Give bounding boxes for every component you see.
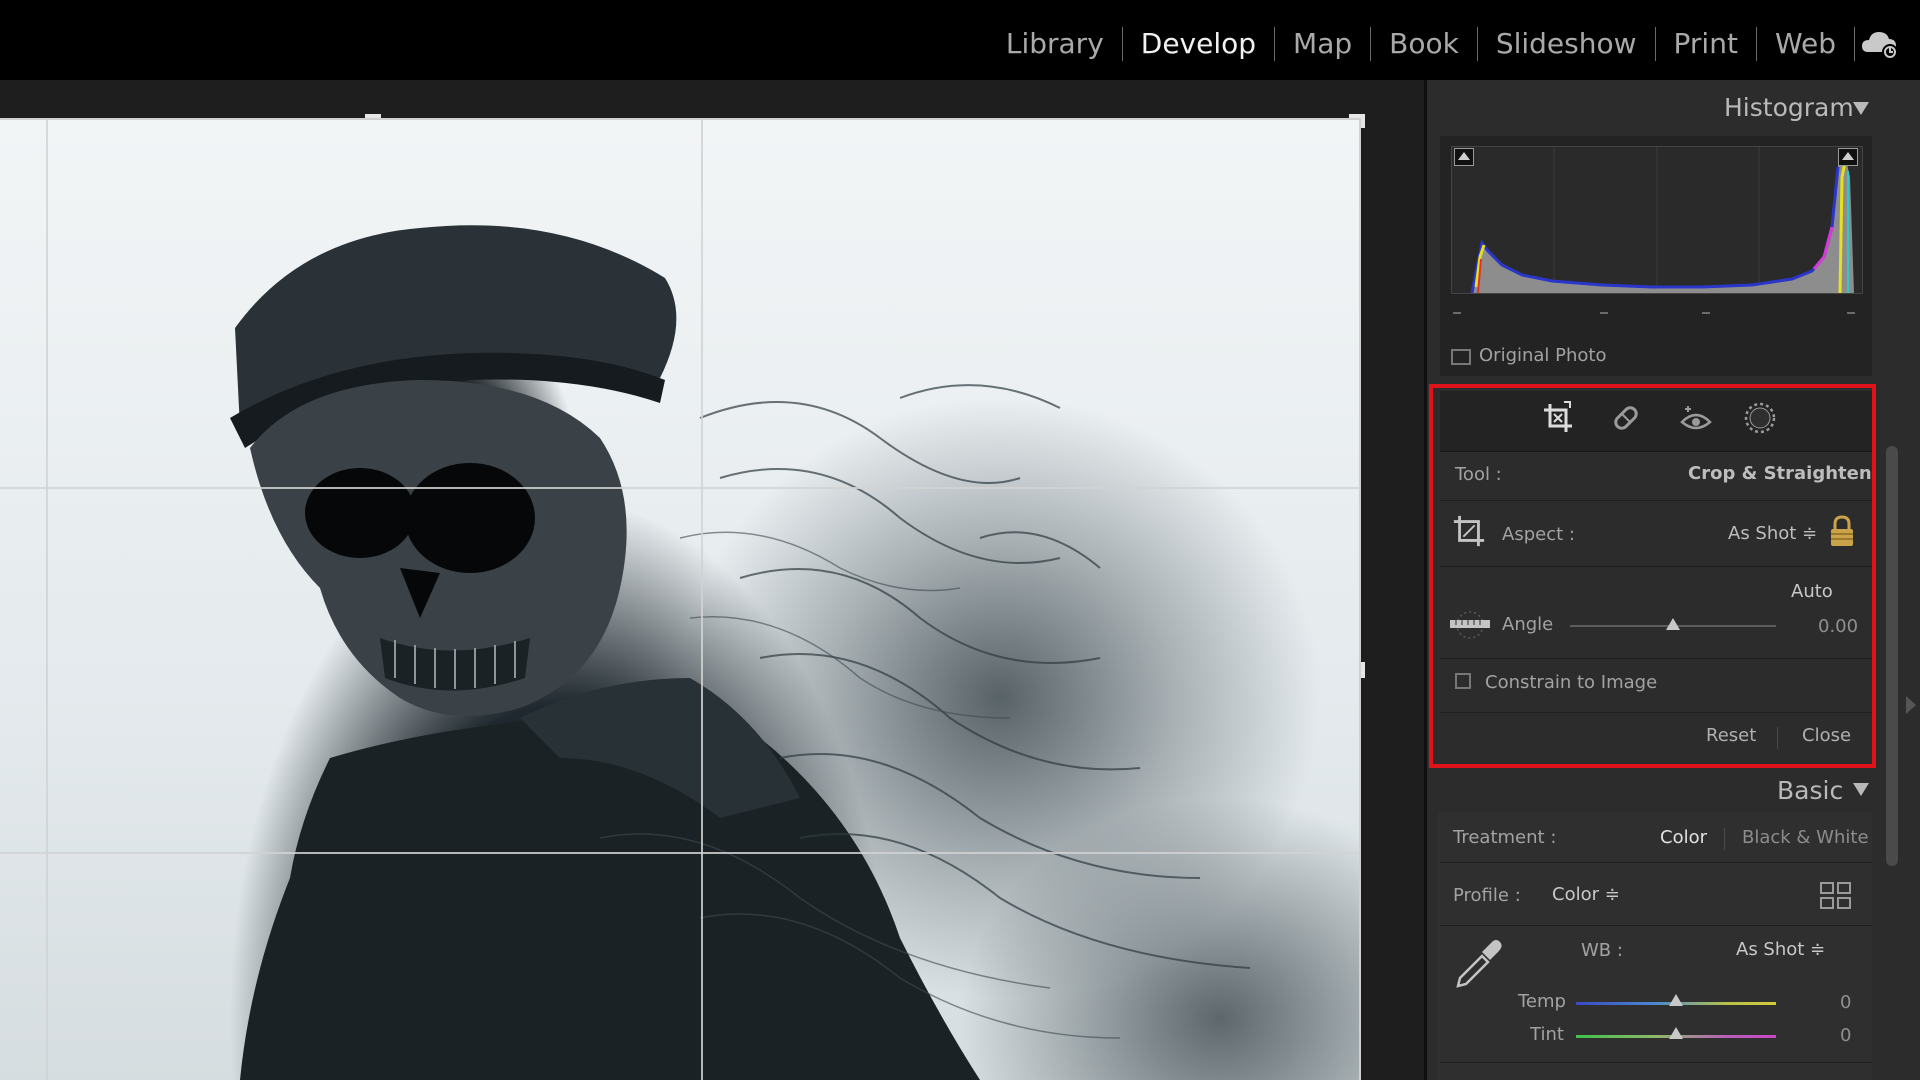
highlight-clipping-toggle[interactable] <box>1838 148 1858 166</box>
histogram-tick <box>1600 312 1608 314</box>
row-separator <box>1440 925 1872 926</box>
module-web[interactable]: Web <box>1757 22 1854 66</box>
eyedropper-icon[interactable] <box>1452 934 1502 990</box>
treatment-bw-option[interactable]: Black & White <box>1742 827 1869 848</box>
module-develop[interactable]: Develop <box>1123 22 1274 66</box>
module-print[interactable]: Print <box>1656 22 1756 66</box>
profile-label: Profile : <box>1453 885 1521 906</box>
module-library[interactable]: Library <box>988 22 1122 66</box>
crop-frame[interactable] <box>0 118 1361 1080</box>
temp-value[interactable]: 0 <box>1840 992 1851 1013</box>
tint-slider-thumb[interactable] <box>1669 1027 1683 1039</box>
row-separator <box>1440 862 1872 863</box>
module-separator <box>1854 27 1855 61</box>
treatment-label: Treatment : <box>1453 827 1557 848</box>
cloud-sync-icon[interactable] <box>1860 26 1900 62</box>
image-workspace <box>0 80 1424 1080</box>
histogram-graph[interactable] <box>1451 146 1863 294</box>
module-map[interactable]: Map <box>1275 22 1370 66</box>
module-book[interactable]: Book <box>1371 22 1477 66</box>
panel-scrollbar[interactable] <box>1886 446 1898 866</box>
wb-dropdown[interactable]: As Shot ≑ <box>1736 939 1825 960</box>
panel-divider <box>1424 80 1427 1080</box>
collapse-triangle-icon[interactable] <box>1853 102 1869 115</box>
grid-view-icon[interactable] <box>1820 882 1852 910</box>
collapse-triangle-icon[interactable] <box>1853 783 1869 796</box>
crop-tool-highlight <box>1429 384 1876 768</box>
panel-toggle-arrow-icon[interactable] <box>1906 696 1916 714</box>
tint-value[interactable]: 0 <box>1840 1025 1851 1046</box>
module-picker-bar: Library Develop Map Book Slideshow Print… <box>0 0 1920 80</box>
tint-label: Tint <box>1530 1024 1564 1045</box>
button-separator <box>1724 828 1725 850</box>
treatment-color-option[interactable]: Color <box>1660 827 1707 848</box>
histogram-tick <box>1847 312 1855 314</box>
module-list: Library Develop Map Book Slideshow Print… <box>988 22 1855 66</box>
module-slideshow[interactable]: Slideshow <box>1478 22 1655 66</box>
crop-handle-top[interactable] <box>365 114 381 118</box>
histogram-tick <box>1702 312 1710 314</box>
temp-slider-thumb[interactable] <box>1669 994 1683 1006</box>
crop-handle-right[interactable] <box>1361 662 1365 678</box>
temp-label: Temp <box>1518 991 1566 1012</box>
profile-dropdown[interactable]: Color ≑ <box>1552 884 1620 905</box>
histogram-title[interactable]: Histogram <box>1724 93 1854 122</box>
wb-label: WB : <box>1581 940 1623 961</box>
histogram-curve <box>1470 147 1854 294</box>
original-photo-label: Original Photo <box>1479 345 1607 366</box>
row-separator <box>1440 1062 1872 1063</box>
shadow-clipping-toggle[interactable] <box>1454 148 1474 166</box>
crop-handle-top-right[interactable] <box>1361 114 1365 128</box>
original-photo-checkbox[interactable] <box>1451 349 1471 365</box>
histogram-tick <box>1453 312 1461 314</box>
basic-title[interactable]: Basic <box>1777 776 1843 805</box>
